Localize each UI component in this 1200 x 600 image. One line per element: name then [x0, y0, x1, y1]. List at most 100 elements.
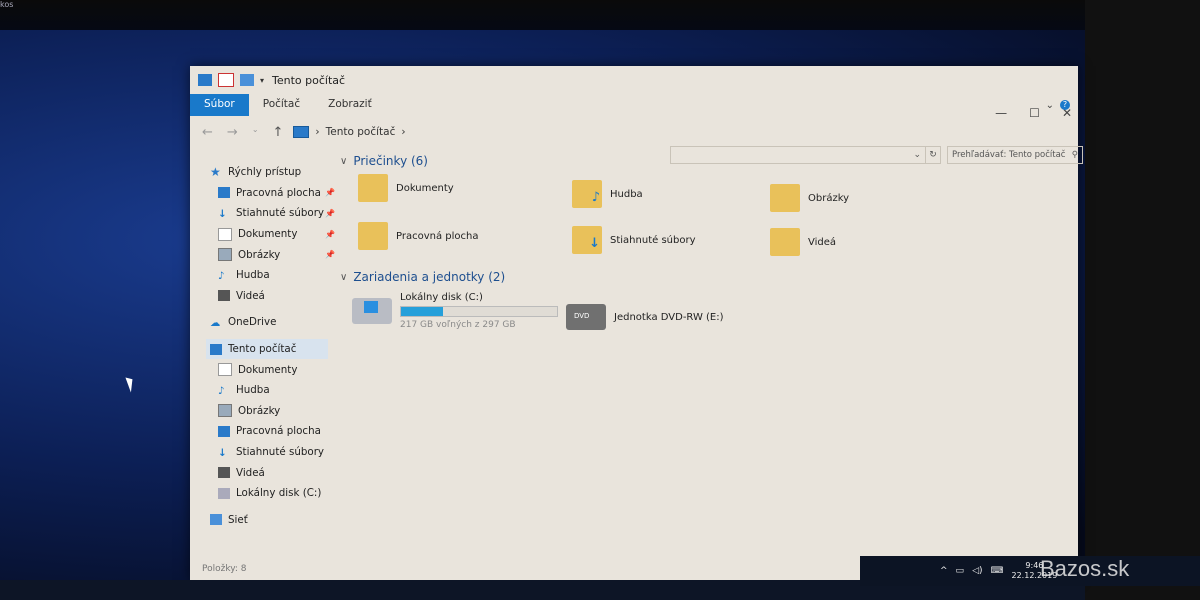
folder-music[interactable]: ♪ Hudba [572, 180, 643, 208]
sidebar-item-onedrive[interactable]: ☁ OneDrive [210, 312, 335, 333]
breadcrumb-item[interactable]: Tento počítač [326, 126, 396, 138]
desktop-folder-icon [358, 222, 388, 250]
group-title: Zariadenia a jednotky (2) [353, 270, 506, 284]
sidebar-item-local-disk[interactable]: Lokálny disk (C:) [210, 483, 335, 504]
computer-icon [198, 74, 212, 86]
video-icon [218, 290, 230, 302]
picture-icon [218, 248, 232, 262]
sidebar-item-pc-videos[interactable]: Videá [210, 462, 335, 483]
folder-label: Obrázky [808, 192, 850, 204]
desktop-icon [218, 425, 230, 437]
properties-icon[interactable] [218, 73, 234, 87]
folder-label: Stiahnuté súbory [610, 234, 696, 246]
sidebar-item-label: Rýchly prístup [228, 166, 302, 179]
folder-pictures[interactable]: Obrázky [770, 184, 849, 212]
tab-computer[interactable]: Počítač [249, 94, 314, 116]
file-explorer-window: ▾ Tento počítač — ☐ ✕ Súbor Počítač Zobr… [190, 66, 1083, 580]
pin-icon[interactable]: 📌 [325, 230, 335, 239]
sidebar-item-label: Lokálny disk (C:) [236, 487, 322, 500]
folder-label: Hudba [610, 188, 643, 200]
nav-buttons: ← → ⌄ ↑ [190, 125, 283, 140]
sidebar-item-desktop[interactable]: Pracovná plocha 📌 [210, 183, 335, 204]
drives-grid: Lokálny disk (C:) 217 GB voľných z 297 G… [340, 292, 1060, 352]
sidebar-item-label: Pracovná plocha [236, 425, 321, 438]
drive-c[interactable]: Lokálny disk (C:) 217 GB voľných z 297 G… [352, 292, 558, 330]
drive-icon [218, 487, 230, 499]
search-icon: ⚲ [1071, 150, 1078, 160]
document-icon [218, 363, 232, 377]
folder-downloads[interactable]: ↓ Stiahnuté súbory [572, 226, 695, 254]
customize-toolbar-icon[interactable]: ▾ [260, 76, 264, 85]
quick-access-toolbar: ▾ [190, 73, 264, 87]
desktop-icon [218, 187, 230, 199]
pictures-folder-icon [770, 184, 800, 212]
expand-ribbon-icon[interactable]: ⌄ [1046, 100, 1054, 111]
sidebar-item-label: Dokumenty [238, 363, 298, 376]
drive-free-space: 217 GB voľných z 297 GB [400, 320, 516, 330]
sidebar-item-label: OneDrive [228, 316, 277, 329]
pin-icon[interactable]: 📌 [325, 209, 335, 218]
star-icon: ★ [210, 164, 221, 179]
sidebar-item-label: Stiahnuté súbory [236, 207, 325, 220]
picture-icon [218, 404, 232, 418]
help-icon[interactable]: ? [1060, 100, 1070, 110]
ribbon-tabs: Súbor Počítač Zobraziť [190, 94, 1078, 116]
tab-file[interactable]: Súbor [190, 94, 249, 116]
title-bar: ▾ Tento počítač [190, 66, 1078, 94]
folders-grid: Dokumenty ♪ Hudba Obrázky Pracovná ploch… [340, 168, 1060, 270]
folder-videos[interactable]: Videá [770, 228, 836, 256]
devices-group-header[interactable]: ∨ Zariadenia a jednotky (2) [340, 270, 1060, 284]
new-folder-icon[interactable] [240, 74, 254, 86]
cloud-icon: ☁ [210, 316, 221, 329]
document-icon [218, 227, 232, 241]
volume-icon[interactable]: ◁) [972, 566, 982, 576]
download-icon: ↓ [218, 446, 227, 459]
forward-arrow-icon[interactable]: → [227, 125, 238, 140]
sidebar-item-videos[interactable]: Videá [210, 286, 335, 307]
breadcrumb[interactable]: › Tento počítač › [293, 126, 406, 138]
folder-desktop[interactable]: Pracovná plocha [358, 222, 478, 250]
sidebar-item-downloads[interactable]: ↓ Stiahnuté súbory 📌 [210, 203, 335, 224]
folder-label: Videá [808, 236, 837, 248]
sidebar-item-documents[interactable]: Dokumenty 📌 [210, 224, 335, 245]
sidebar-item-pc-desktop[interactable]: Pracovná plocha [210, 421, 335, 442]
sidebar-item-pc-pictures[interactable]: Obrázky [210, 401, 335, 422]
sidebar-item-pc-music[interactable]: ♪ Hudba [210, 380, 335, 401]
downloads-folder-icon: ↓ [572, 226, 602, 254]
sidebar-item-network[interactable]: Sieť [210, 510, 335, 531]
tab-view[interactable]: Zobraziť [314, 94, 386, 116]
sidebar-item-label: Pracovná plocha [236, 186, 321, 199]
sidebar-item-this-pc[interactable]: Tento počítač [206, 338, 328, 360]
folders-group-header[interactable]: ∨ Priečinky (6) [340, 154, 1060, 168]
sidebar-item-pc-downloads[interactable]: ↓ Stiahnuté súbory [210, 442, 335, 463]
sidebar-item-label: Videá [236, 289, 265, 302]
language-icon[interactable]: ⌨ [991, 566, 1004, 576]
network-icon[interactable]: ▭ [956, 566, 965, 576]
dvd-badge: DVD [574, 312, 590, 320]
computer-icon [293, 126, 310, 138]
monitor-bezel-right [1085, 0, 1200, 600]
sidebar-item-music[interactable]: ♪ Hudba [210, 265, 335, 286]
up-arrow-icon[interactable]: ↑ [273, 125, 284, 140]
pin-icon[interactable]: 📌 [325, 250, 335, 259]
sidebar-item-pc-documents[interactable]: Dokumenty [210, 359, 335, 380]
chevron-down-icon: ∨ [340, 271, 348, 283]
system-tray: ^ ▭ ◁) ⌨ 9:46 22.12.2019 [860, 556, 1200, 586]
sidebar-item-label: Stiahnuté súbory [236, 446, 325, 459]
back-arrow-icon[interactable]: ← [202, 125, 213, 140]
folder-documents[interactable]: Dokumenty [358, 174, 454, 202]
chevron-up-icon[interactable]: ^ [940, 566, 948, 576]
chevron-down-icon: ∨ [340, 155, 348, 167]
sidebar-item-quick-access[interactable]: ★ Rýchly prístup [210, 162, 335, 183]
sidebar-item-pictures[interactable]: Obrázky 📌 [210, 244, 335, 265]
navigation-bar: ← → ⌄ ↑ › Tento počítač › [190, 120, 1078, 144]
ribbon-right: ⌄ ? [1046, 100, 1070, 111]
pin-icon[interactable]: 📌 [325, 188, 335, 197]
computer-icon [210, 343, 222, 355]
recent-dropdown-icon[interactable]: ⌄ [252, 125, 259, 140]
drive-e[interactable]: DVD Jednotka DVD-RW (E:) [566, 304, 724, 330]
drive-name: Lokálny disk (C:) [400, 292, 483, 303]
mouse-cursor-icon [125, 375, 137, 393]
watermark: Bazos.sk [1040, 556, 1130, 581]
navigation-pane: ★ Rýchly prístup Pracovná plocha 📌 ↓ Sti… [206, 162, 335, 531]
